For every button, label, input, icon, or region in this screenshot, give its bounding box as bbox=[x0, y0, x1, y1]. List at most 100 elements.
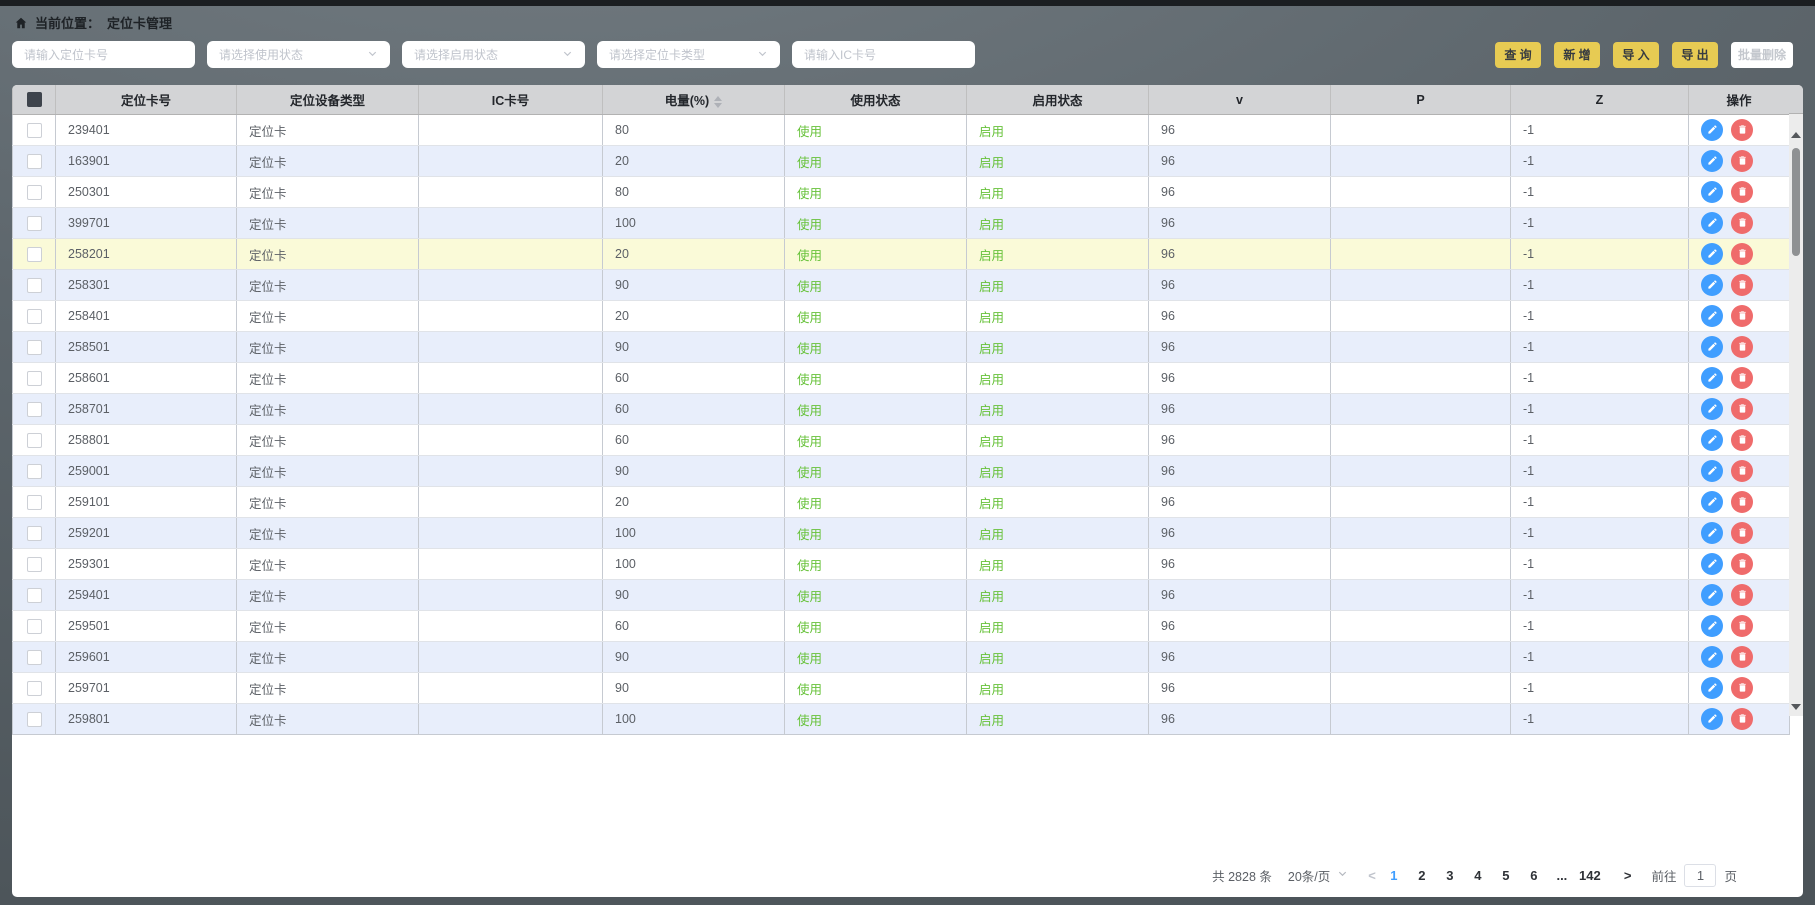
delete-button[interactable] bbox=[1731, 615, 1753, 637]
row-checkbox[interactable] bbox=[27, 464, 42, 479]
add-button[interactable]: 新 增 bbox=[1554, 42, 1600, 68]
table-row[interactable]: 259601定位卡90使用启用96-1 bbox=[13, 642, 1790, 673]
row-checkbox[interactable] bbox=[27, 123, 42, 138]
table-row[interactable]: 258201定位卡20使用启用96-1 bbox=[13, 239, 1790, 270]
delete-button[interactable] bbox=[1731, 553, 1753, 575]
delete-button[interactable] bbox=[1731, 119, 1753, 141]
edit-button[interactable] bbox=[1701, 212, 1723, 234]
table-row[interactable]: 259801定位卡100使用启用96-1 bbox=[13, 704, 1790, 735]
delete-button[interactable] bbox=[1731, 522, 1753, 544]
col-battery[interactable]: 电量(%) bbox=[603, 85, 785, 115]
row-checkbox[interactable] bbox=[27, 526, 42, 541]
row-checkbox[interactable] bbox=[27, 154, 42, 169]
edit-button[interactable] bbox=[1701, 150, 1723, 172]
sort-carets-icon[interactable] bbox=[714, 96, 722, 108]
table-row[interactable]: 250301定位卡80使用启用96-1 bbox=[13, 177, 1790, 208]
table-row[interactable]: 259401定位卡90使用启用96-1 bbox=[13, 580, 1790, 611]
delete-button[interactable] bbox=[1731, 150, 1753, 172]
delete-button[interactable] bbox=[1731, 708, 1753, 730]
delete-button[interactable] bbox=[1731, 584, 1753, 606]
delete-button[interactable] bbox=[1731, 429, 1753, 451]
edit-button[interactable] bbox=[1701, 429, 1723, 451]
edit-button[interactable] bbox=[1701, 677, 1723, 699]
edit-button[interactable] bbox=[1701, 615, 1723, 637]
page-number[interactable]: 2 bbox=[1411, 868, 1433, 883]
table-row[interactable]: 258601定位卡60使用启用96-1 bbox=[13, 363, 1790, 394]
row-checkbox[interactable] bbox=[27, 185, 42, 200]
table-row[interactable]: 259201定位卡100使用启用96-1 bbox=[13, 518, 1790, 549]
table-row[interactable]: 399701定位卡100使用启用96-1 bbox=[13, 208, 1790, 239]
row-checkbox[interactable] bbox=[27, 340, 42, 355]
table-row[interactable]: 258501定位卡90使用启用96-1 bbox=[13, 332, 1790, 363]
row-checkbox[interactable] bbox=[27, 681, 42, 696]
row-checkbox[interactable] bbox=[27, 309, 42, 324]
scroll-down-icon[interactable] bbox=[1791, 704, 1801, 710]
table-row[interactable]: 258401定位卡20使用启用96-1 bbox=[13, 301, 1790, 332]
edit-button[interactable] bbox=[1701, 305, 1723, 327]
delete-button[interactable] bbox=[1731, 336, 1753, 358]
delete-button[interactable] bbox=[1731, 646, 1753, 668]
table-row[interactable]: 239401定位卡80使用启用96-1 bbox=[13, 115, 1790, 146]
scroll-up-icon[interactable] bbox=[1791, 132, 1801, 138]
page-number[interactable]: 142 bbox=[1579, 868, 1601, 883]
edit-button[interactable] bbox=[1701, 553, 1723, 575]
row-checkbox[interactable] bbox=[27, 712, 42, 727]
next-page-button[interactable]: > bbox=[1620, 868, 1636, 883]
edit-button[interactable] bbox=[1701, 398, 1723, 420]
batch-delete-button[interactable]: 批量删除 bbox=[1731, 42, 1793, 68]
delete-button[interactable] bbox=[1731, 677, 1753, 699]
edit-button[interactable] bbox=[1701, 181, 1723, 203]
table-row[interactable]: 163901定位卡20使用启用96-1 bbox=[13, 146, 1790, 177]
row-checkbox[interactable] bbox=[27, 557, 42, 572]
table-row[interactable]: 258301定位卡90使用启用96-1 bbox=[13, 270, 1790, 301]
card-no-input[interactable] bbox=[12, 41, 195, 68]
row-checkbox[interactable] bbox=[27, 619, 42, 634]
page-number[interactable]: 1 bbox=[1383, 868, 1405, 883]
use-status-select[interactable]: 请选择使用状态 bbox=[207, 41, 390, 68]
ic-card-input[interactable] bbox=[792, 41, 975, 68]
edit-button[interactable] bbox=[1701, 367, 1723, 389]
scrollbar-thumb[interactable] bbox=[1792, 148, 1800, 256]
edit-button[interactable] bbox=[1701, 646, 1723, 668]
table-row[interactable]: 259301定位卡100使用启用96-1 bbox=[13, 549, 1790, 580]
enable-status-select[interactable]: 请选择启用状态 bbox=[402, 41, 585, 68]
row-checkbox[interactable] bbox=[27, 433, 42, 448]
row-checkbox[interactable] bbox=[27, 402, 42, 417]
page-number[interactable]: 6 bbox=[1523, 868, 1545, 883]
row-checkbox[interactable] bbox=[27, 371, 42, 386]
vertical-scrollbar[interactable] bbox=[1789, 114, 1803, 716]
edit-button[interactable] bbox=[1701, 274, 1723, 296]
delete-button[interactable] bbox=[1731, 243, 1753, 265]
page-ellipsis[interactable]: ... bbox=[1551, 868, 1573, 883]
row-checkbox[interactable] bbox=[27, 247, 42, 262]
page-number[interactable]: 3 bbox=[1439, 868, 1461, 883]
page-number[interactable]: 5 bbox=[1495, 868, 1517, 883]
page-number[interactable]: 4 bbox=[1467, 868, 1489, 883]
import-button[interactable]: 导 入 bbox=[1613, 42, 1659, 68]
edit-button[interactable] bbox=[1701, 491, 1723, 513]
delete-button[interactable] bbox=[1731, 460, 1753, 482]
delete-button[interactable] bbox=[1731, 491, 1753, 513]
delete-button[interactable] bbox=[1731, 274, 1753, 296]
delete-button[interactable] bbox=[1731, 367, 1753, 389]
search-button[interactable]: 查 询 bbox=[1495, 42, 1541, 68]
edit-button[interactable] bbox=[1701, 584, 1723, 606]
row-checkbox[interactable] bbox=[27, 278, 42, 293]
edit-button[interactable] bbox=[1701, 460, 1723, 482]
edit-button[interactable] bbox=[1701, 522, 1723, 544]
edit-button[interactable] bbox=[1701, 336, 1723, 358]
table-row[interactable]: 258701定位卡60使用启用96-1 bbox=[13, 394, 1790, 425]
goto-page-input[interactable] bbox=[1684, 864, 1716, 887]
select-all-checkbox[interactable] bbox=[27, 92, 42, 107]
table-row[interactable]: 259701定位卡90使用启用96-1 bbox=[13, 673, 1790, 704]
row-checkbox[interactable] bbox=[27, 650, 42, 665]
edit-button[interactable] bbox=[1701, 119, 1723, 141]
row-checkbox[interactable] bbox=[27, 588, 42, 603]
prev-page-button[interactable]: < bbox=[1364, 868, 1380, 883]
delete-button[interactable] bbox=[1731, 398, 1753, 420]
table-row[interactable]: 259101定位卡20使用启用96-1 bbox=[13, 487, 1790, 518]
table-row[interactable]: 259001定位卡90使用启用96-1 bbox=[13, 456, 1790, 487]
table-row[interactable]: 258801定位卡60使用启用96-1 bbox=[13, 425, 1790, 456]
edit-button[interactable] bbox=[1701, 243, 1723, 265]
delete-button[interactable] bbox=[1731, 305, 1753, 327]
